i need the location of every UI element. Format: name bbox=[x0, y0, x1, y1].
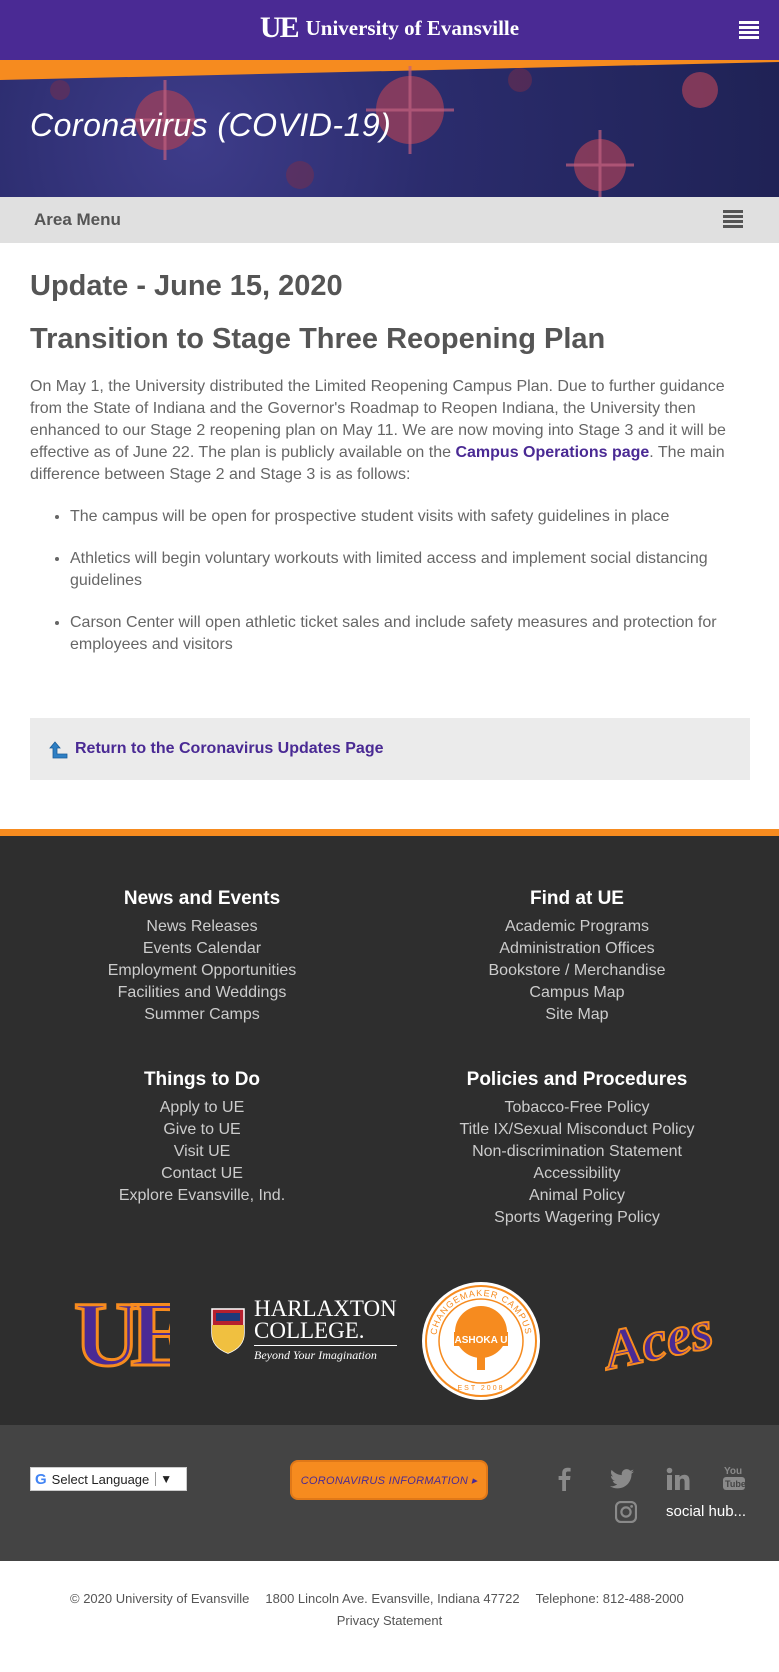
footer-link[interactable]: Tobacco-Free Policy bbox=[392, 1097, 762, 1119]
ue-athletics-logo[interactable]: UE bbox=[72, 1285, 171, 1375]
footer-link[interactable]: Explore Evansville, Ind. bbox=[17, 1185, 387, 1207]
hero-banner: Coronavirus (COVID-19) bbox=[0, 60, 779, 197]
footer-link[interactable]: Campus Map bbox=[392, 982, 762, 1004]
list-menu-icon[interactable] bbox=[723, 210, 743, 228]
footer-link[interactable]: Facilities and Weddings bbox=[17, 982, 387, 1004]
footer-link[interactable]: Site Map bbox=[392, 1004, 762, 1026]
footer-link[interactable]: Give to UE bbox=[17, 1119, 387, 1141]
footer-link[interactable]: Non-discrimination Statement bbox=[392, 1141, 762, 1163]
hero-title: Coronavirus (COVID-19) bbox=[30, 107, 392, 143]
twitter-icon[interactable] bbox=[610, 1469, 634, 1489]
footer-link[interactable]: Sports Wagering Policy bbox=[392, 1207, 762, 1229]
partner-logos: UE HARLAXTON COLLEGE. Beyond Your Imagin… bbox=[0, 1280, 779, 1405]
linkedin-icon[interactable] bbox=[666, 1467, 690, 1491]
ashoka-changemaker-logo[interactable]: ASHOKA U CHANGEMAKER CAMPUS EST 2008 bbox=[420, 1280, 542, 1402]
update-heading: Update - June 15, 2020 bbox=[30, 270, 343, 302]
chevron-down-icon: ▼ bbox=[155, 1472, 172, 1486]
social-hub-link[interactable]: social hub... bbox=[666, 1503, 746, 1520]
ashoka-center-text: ASHOKA U bbox=[455, 1335, 508, 1346]
campus-operations-link[interactable]: Campus Operations page bbox=[455, 444, 649, 461]
footer-things-to-do: Things to Do Apply to UE Give to UE Visi… bbox=[17, 1069, 387, 1207]
footer-find-at-ue: Find at UE Academic Programs Administrat… bbox=[392, 888, 762, 1026]
youtube-icon[interactable]: You Tube bbox=[723, 1465, 745, 1491]
svg-text:You: You bbox=[724, 1466, 742, 1477]
article-title: Transition to Stage Three Reopening Plan bbox=[30, 323, 606, 355]
harlaxton-name-line-1: HARLAXTON bbox=[254, 1296, 397, 1321]
footer-link[interactable]: Events Calendar bbox=[17, 938, 387, 960]
list-item: Carson Center will open athletic ticket … bbox=[70, 612, 750, 656]
return-link-box: Return to the Coronavirus Updates Page bbox=[30, 718, 750, 780]
aces-logo-text: Aces bbox=[596, 1299, 718, 1375]
address-text: 1800 Lincoln Ave. Evansville, Indiana 47… bbox=[265, 1591, 520, 1606]
footer-link[interactable]: Summer Camps bbox=[17, 1004, 387, 1026]
harlaxton-college-logo[interactable]: HARLAXTON COLLEGE. Beyond Your Imaginati… bbox=[210, 1296, 397, 1363]
aces-logo[interactable]: Aces bbox=[595, 1295, 735, 1375]
footer-link[interactable]: Title IX/Sexual Misconduct Policy bbox=[392, 1119, 762, 1141]
facebook-icon[interactable] bbox=[557, 1467, 571, 1491]
footer-link[interactable]: News Releases bbox=[17, 916, 387, 938]
footer-heading: News and Events bbox=[123, 888, 281, 909]
return-to-updates-link[interactable]: Return to the Coronavirus Updates Page bbox=[75, 740, 384, 758]
site-header: UE University of Evansville bbox=[0, 0, 779, 60]
brand-link[interactable]: UE University of Evansville bbox=[0, 11, 779, 44]
brand-name: University of Evansville bbox=[305, 15, 520, 40]
ue-logo-text: UE bbox=[74, 1285, 170, 1375]
footer-link[interactable]: Animal Policy bbox=[392, 1185, 762, 1207]
footer-link[interactable]: Employment Opportunities bbox=[17, 960, 387, 982]
area-menu-label: Area Menu bbox=[34, 210, 121, 229]
ashoka-bottom-text: EST 2008 bbox=[457, 1385, 504, 1392]
harlaxton-tagline: Beyond Your Imagination bbox=[254, 1345, 397, 1363]
list-item: The campus will be open for prospective … bbox=[70, 506, 750, 528]
footer-link[interactable]: Apply to UE bbox=[17, 1097, 387, 1119]
footer-link[interactable]: Academic Programs bbox=[392, 916, 762, 938]
footer-heading: Find at UE bbox=[530, 888, 624, 909]
footer-news-events: News and Events News Releases Events Cal… bbox=[17, 888, 387, 1026]
footer-heading: Policies and Procedures bbox=[466, 1069, 688, 1090]
footer-link[interactable]: Bookstore / Merchandise bbox=[392, 960, 762, 982]
instagram-icon[interactable] bbox=[615, 1501, 637, 1523]
language-select-label: Select Language bbox=[51, 1471, 150, 1487]
subfooter: G Select Language ▼ CORONAVIRUS INFORMAT… bbox=[0, 1425, 779, 1561]
footer-link[interactable]: Accessibility bbox=[392, 1163, 762, 1185]
hamburger-menu-icon[interactable] bbox=[739, 21, 759, 39]
phone-text: Telephone: 812-488-2000 bbox=[535, 1591, 684, 1606]
copyright-bar: © 2020 University of Evansville 1800 Lin… bbox=[0, 1561, 779, 1672]
harlaxton-crest-icon bbox=[211, 1307, 245, 1354]
harlaxton-name-line-2: COLLEGE. bbox=[254, 1318, 365, 1343]
footer-link[interactable]: Administration Offices bbox=[392, 938, 762, 960]
intro-paragraph: On May 1, the University distributed the… bbox=[30, 376, 750, 486]
footer-link[interactable]: Visit UE bbox=[17, 1141, 387, 1163]
main-content: Update - June 15, 2020 Transition to Sta… bbox=[30, 270, 750, 676]
footer-link[interactable]: Contact UE bbox=[17, 1163, 387, 1185]
copyright-text: © 2020 University of Evansville bbox=[70, 1591, 250, 1606]
ue-logo-mark: UE bbox=[259, 11, 300, 44]
footer-policies: Policies and Procedures Tobacco-Free Pol… bbox=[392, 1069, 762, 1229]
stage-differences-list: The campus will be open for prospective … bbox=[30, 506, 750, 656]
copyright-line: © 2020 University of Evansville 1800 Lin… bbox=[70, 1591, 684, 1606]
up-arrow-icon bbox=[49, 741, 68, 759]
svg-text:Tube: Tube bbox=[725, 1479, 745, 1489]
footer-divider bbox=[0, 829, 779, 836]
language-select[interactable]: G Select Language ▼ bbox=[30, 1467, 187, 1491]
google-icon: G bbox=[35, 1470, 47, 1488]
area-menu-bar[interactable]: Area Menu bbox=[0, 197, 779, 243]
list-item: Athletics will begin voluntary workouts … bbox=[70, 548, 750, 592]
coronavirus-info-button[interactable]: CORONAVIRUS INFORMATION ▸ bbox=[290, 1460, 488, 1500]
footer-heading: Things to Do bbox=[143, 1069, 261, 1090]
privacy-statement-link[interactable]: Privacy Statement bbox=[0, 1613, 779, 1628]
